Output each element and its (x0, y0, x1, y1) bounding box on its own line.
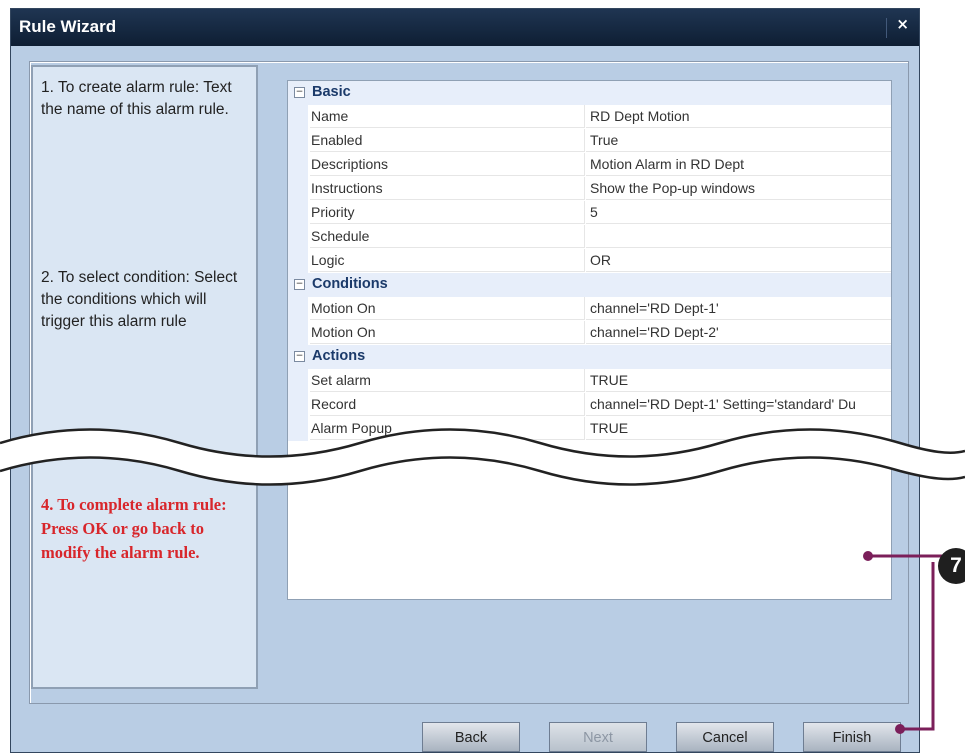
property-row[interactable]: Set alarm TRUE (288, 369, 891, 393)
rule-wizard-window: Rule Wizard × 1. To create alarm rule: T… (10, 8, 920, 753)
property-value[interactable] (586, 225, 891, 248)
property-value[interactable]: channel='RD Dept-1' Setting='standard' D… (586, 393, 891, 416)
property-row[interactable]: Logic OR (288, 249, 891, 273)
row-gutter (288, 321, 308, 345)
collapse-icon[interactable]: − (294, 279, 305, 290)
section-conditions[interactable]: − Conditions (288, 273, 891, 298)
property-name: Record (310, 393, 585, 416)
title-bar[interactable]: Rule Wizard × (11, 9, 919, 46)
rule-property-grid: − Basic Name RD Dept Motion Enabled True… (287, 80, 892, 600)
row-gutter (288, 393, 308, 417)
property-row[interactable]: Motion On channel='RD Dept-2' (288, 321, 891, 345)
property-name: Instructions (310, 177, 585, 200)
property-name: Descriptions (310, 153, 585, 176)
property-value[interactable]: OR (586, 249, 891, 272)
property-row[interactable]: Descriptions Motion Alarm in RD Dept (288, 153, 891, 177)
back-button[interactable]: Back (422, 722, 520, 752)
row-gutter (288, 249, 308, 273)
window-title: Rule Wizard (19, 17, 117, 36)
property-value[interactable]: Motion Alarm in RD Dept (586, 153, 891, 176)
property-name: Name (310, 105, 585, 128)
property-row[interactable]: Instructions Show the Pop-up windows (288, 177, 891, 201)
property-value[interactable]: TRUE (586, 369, 891, 392)
instructions-panel: 1. To create alarm rule: Text the name o… (31, 65, 258, 689)
property-row[interactable]: Schedule (288, 225, 891, 249)
collapse-icon[interactable]: − (294, 87, 305, 98)
property-name: Motion On (310, 297, 585, 320)
next-button[interactable]: Next (549, 722, 647, 752)
section-label: Basic (312, 84, 351, 100)
row-gutter (288, 201, 308, 225)
property-value[interactable]: True (586, 129, 891, 152)
property-value[interactable]: channel='RD Dept-1' (586, 297, 891, 320)
property-name: Set alarm (310, 369, 585, 392)
section-basic[interactable]: − Basic (288, 81, 891, 106)
row-gutter (288, 225, 308, 249)
row-gutter (288, 153, 308, 177)
property-row[interactable]: Record channel='RD Dept-1' Setting='stan… (288, 393, 891, 417)
section-actions[interactable]: − Actions (288, 345, 891, 370)
row-gutter (288, 129, 308, 153)
property-value[interactable]: 5 (586, 201, 891, 224)
row-gutter (288, 297, 308, 321)
property-row[interactable]: Enabled True (288, 129, 891, 153)
property-value[interactable]: channel='RD Dept-2' (586, 321, 891, 344)
property-name: Logic (310, 249, 585, 272)
property-row[interactable]: Priority 5 (288, 201, 891, 225)
finish-button[interactable]: Finish (803, 722, 901, 752)
property-name: Schedule (310, 225, 585, 248)
row-gutter (288, 105, 308, 129)
step-1-instruction: 1. To create alarm rule: Text the name o… (41, 79, 232, 118)
wavy-cut-band (0, 428, 965, 486)
cancel-button[interactable]: Cancel (676, 722, 774, 752)
property-name: Priority (310, 201, 585, 224)
collapse-icon[interactable]: − (294, 351, 305, 362)
property-value[interactable]: RD Dept Motion (586, 105, 891, 128)
property-name: Enabled (310, 129, 585, 152)
section-label: Conditions (312, 276, 388, 292)
property-row[interactable]: Name RD Dept Motion (288, 105, 891, 129)
property-value[interactable]: Show the Pop-up windows (586, 177, 891, 200)
step-2-instruction: 2. To select condition: Select the condi… (41, 269, 238, 330)
close-icon[interactable]: × (896, 15, 909, 33)
property-name: Motion On (310, 321, 585, 344)
row-gutter (288, 369, 308, 393)
title-separator (886, 18, 887, 38)
property-row[interactable]: Motion On channel='RD Dept-1' (288, 297, 891, 321)
callout-badge: 7 (938, 548, 965, 584)
section-label: Actions (312, 348, 366, 364)
row-gutter (288, 177, 308, 201)
